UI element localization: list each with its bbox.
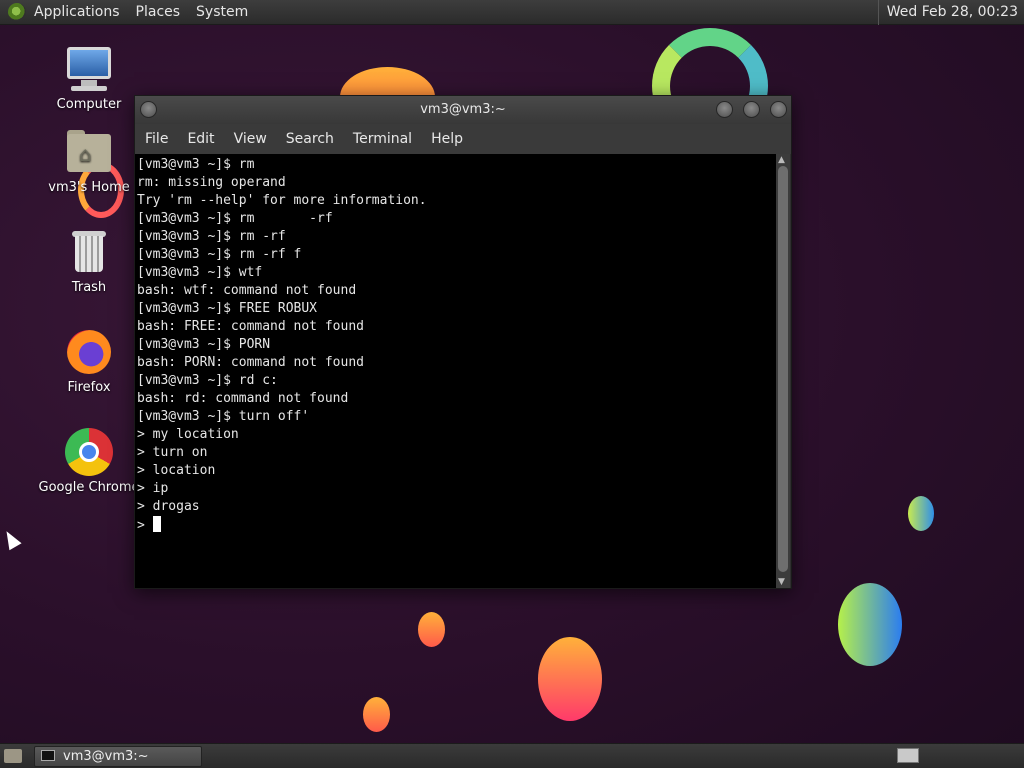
- terminal-menubar: File Edit View Search Terminal Help: [135, 124, 791, 154]
- terminal-line: [vm3@vm3 ~]$ FREE ROBUX: [137, 301, 318, 316]
- desktop-icon-computer[interactable]: Computer: [34, 45, 144, 112]
- desktop-icon-firefox[interactable]: Firefox: [34, 328, 144, 395]
- terminal-line: bash: PORN: command not found: [137, 355, 364, 370]
- terminal-line: rm: missing operand: [137, 175, 286, 190]
- wallpaper-blob: [838, 583, 902, 666]
- terminal-line: [vm3@vm3 ~]$ PORN: [137, 337, 271, 352]
- trash-icon: [65, 228, 113, 276]
- wallpaper-blob: [363, 697, 390, 732]
- terminal-line: [vm3@vm3 ~]$ rm -rf: [137, 229, 286, 244]
- menu-help[interactable]: Help: [431, 131, 463, 147]
- minimize-button[interactable]: [716, 101, 733, 118]
- terminal-prompt: >: [137, 518, 153, 533]
- desktop-icon-label: Firefox: [67, 380, 111, 395]
- wallpaper-blob: [908, 496, 934, 531]
- terminal-icon: [41, 750, 55, 761]
- terminal-line: [vm3@vm3 ~]$ rd c:: [137, 373, 278, 388]
- terminal-prompt-line: >: [137, 516, 777, 535]
- computer-icon: [65, 45, 113, 93]
- terminal-line: bash: rd: command not found: [137, 391, 349, 406]
- desktop-icon-label: vm3's Home: [48, 180, 130, 195]
- terminal-line: bash: FREE: command not found: [137, 319, 364, 334]
- desktop-icon-label: Trash: [71, 280, 107, 295]
- distro-logo-icon[interactable]: [8, 3, 26, 21]
- menu-applications[interactable]: Applications: [34, 4, 120, 20]
- menu-view[interactable]: View: [234, 131, 267, 147]
- terminal-line: > location: [137, 463, 216, 478]
- firefox-icon: [65, 328, 113, 376]
- menu-places[interactable]: Places: [136, 4, 181, 20]
- top-panel: Applications Places System Wed Feb 28, 0…: [0, 0, 1024, 25]
- terminal-output[interactable]: [vm3@vm3 ~]$ rm rm: missing operand Try 'r…: [135, 154, 777, 588]
- wallpaper-blob: [418, 612, 445, 647]
- bottom-panel: vm3@vm3:~: [0, 743, 1024, 768]
- terminal-window: vm3@vm3:~ File Edit View Search Terminal…: [134, 95, 792, 589]
- terminal-line: [vm3@vm3 ~]$ rm -rf: [137, 211, 333, 226]
- terminal-line: [vm3@vm3 ~]$ rm -rf f: [137, 247, 302, 262]
- chrome-icon: [65, 428, 113, 476]
- terminal-line: Try 'rm --help' for more information.: [137, 193, 427, 208]
- menu-system[interactable]: System: [196, 4, 248, 20]
- window-menu-button[interactable]: [140, 101, 157, 118]
- desktop-icon-trash[interactable]: Trash: [34, 228, 144, 295]
- desktop-icon-label: Google Chrome: [38, 480, 140, 495]
- desktop-icon-home[interactable]: ⌂ vm3's Home: [34, 128, 144, 195]
- scrollbar-thumb[interactable]: [778, 166, 788, 572]
- menu-terminal[interactable]: Terminal: [353, 131, 412, 147]
- scroll-up-icon[interactable]: ▲: [778, 155, 785, 165]
- scroll-down-icon[interactable]: ▼: [778, 577, 785, 587]
- home-folder-icon: ⌂: [65, 128, 113, 176]
- window-titlebar[interactable]: vm3@vm3:~: [135, 96, 791, 124]
- terminal-line: > turn on: [137, 445, 208, 460]
- desktop-icon-chrome[interactable]: Google Chrome: [34, 428, 144, 495]
- terminal-line: > drogas: [137, 499, 200, 514]
- terminal-line: [vm3@vm3 ~]$ wtf: [137, 265, 263, 280]
- wallpaper-blob: [538, 637, 602, 721]
- show-desktop-icon[interactable]: [4, 749, 22, 763]
- terminal-line: > my location: [137, 427, 239, 442]
- text-cursor: [152, 516, 161, 532]
- menu-edit[interactable]: Edit: [187, 131, 214, 147]
- terminal-line: [vm3@vm3 ~]$ turn off': [137, 409, 310, 424]
- workspace-switcher[interactable]: [897, 748, 919, 763]
- taskbar-button-label: vm3@vm3:~: [63, 749, 149, 764]
- terminal-scrollbar[interactable]: ▲ ▼: [776, 154, 790, 588]
- taskbar-button-terminal[interactable]: vm3@vm3:~: [34, 746, 202, 767]
- menu-search[interactable]: Search: [286, 131, 334, 147]
- terminal-line: bash: wtf: command not found: [137, 283, 357, 298]
- close-button[interactable]: [770, 101, 787, 118]
- maximize-button[interactable]: [743, 101, 760, 118]
- clock[interactable]: Wed Feb 28, 00:23: [877, 0, 1024, 25]
- mouse-pointer-icon: [0, 527, 22, 551]
- desktop-icon-label: Computer: [56, 97, 122, 112]
- window-title: vm3@vm3:~: [420, 102, 506, 117]
- terminal-line: [vm3@vm3 ~]$ rm: [137, 157, 255, 172]
- terminal-line: > ip: [137, 481, 169, 496]
- menu-file[interactable]: File: [145, 131, 168, 147]
